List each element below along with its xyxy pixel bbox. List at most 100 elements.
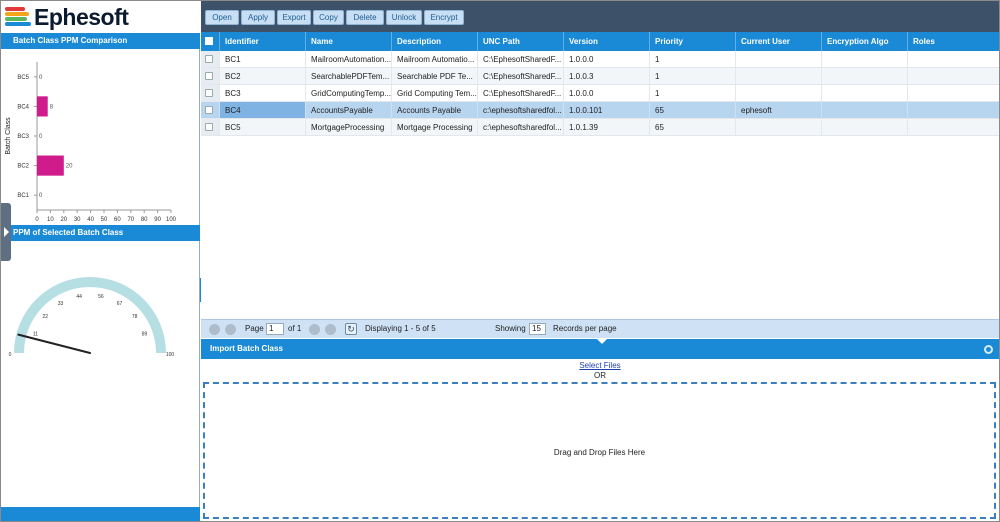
col-priority[interactable]: Priority xyxy=(650,32,736,51)
refresh-icon[interactable]: ↻ xyxy=(345,323,357,335)
col-unc-path[interactable]: UNC Path xyxy=(478,32,564,51)
prev-page-icon[interactable] xyxy=(225,324,236,335)
page-count: of 1 xyxy=(288,324,302,333)
row-checkbox[interactable] xyxy=(205,55,213,63)
select-all-checkbox[interactable] xyxy=(205,37,213,45)
y-axis-label: Batch Class xyxy=(5,117,12,155)
table-row[interactable]: BC1 MailroomAutomation... Mailroom Autom… xyxy=(201,51,999,68)
cell-name: MailroomAutomation... xyxy=(306,51,392,67)
col-identifier[interactable]: Identifier xyxy=(220,32,306,51)
select-all-cell xyxy=(201,32,220,51)
delete-button[interactable]: Delete xyxy=(346,10,384,25)
y-tick-label: BC3 xyxy=(17,134,29,140)
gauge-tick-label: 0 xyxy=(9,352,12,358)
toolbar: Open Apply Export Copy Delete Unlock Enc… xyxy=(201,1,999,32)
or-label: OR xyxy=(594,371,606,380)
x-tick-label: 70 xyxy=(127,217,134,222)
cell-roles xyxy=(908,51,994,67)
bar-data-label: 8 xyxy=(50,104,54,110)
cell-version: 1.0.0.3 xyxy=(564,68,650,84)
left-panel: Ephesoft Batch Class PPM Comparison 0 10 2… xyxy=(1,1,200,521)
cell-priority: 1 xyxy=(650,51,736,67)
cell-priority: 65 xyxy=(650,119,736,135)
page-number-input[interactable]: 1 xyxy=(266,323,284,335)
table-row[interactable]: BC3 GridComputingTemp... Grid Computing … xyxy=(201,85,999,102)
cell-current-user xyxy=(736,85,822,101)
import-title: Import Batch Class xyxy=(210,344,283,353)
drop-zone[interactable]: Drag and Drop Files Here xyxy=(203,382,996,519)
first-page-icon[interactable] xyxy=(209,324,220,335)
cell-name: GridComputingTemp... xyxy=(306,85,392,101)
x-tick-label: 10 xyxy=(47,217,54,222)
cell-version: 1.0.0.101 xyxy=(564,102,650,118)
ephesoft-logo-icon xyxy=(5,7,31,27)
gauge-tick-label: 56 xyxy=(98,294,104,300)
unlock-button[interactable]: Unlock xyxy=(386,10,422,25)
cell-identifier: BC1 xyxy=(220,51,306,67)
x-tick-label: 60 xyxy=(114,217,121,222)
x-tick-label: 100 xyxy=(166,217,177,222)
row-checkbox[interactable] xyxy=(205,123,213,131)
row-checkbox[interactable] xyxy=(205,89,213,97)
cell-name: AccountsPayable xyxy=(306,102,392,118)
cell-description: Mailroom Automatio... xyxy=(392,51,478,67)
col-version[interactable]: Version xyxy=(564,32,650,51)
ppm-chart-title: Batch Class PPM Comparison xyxy=(1,33,200,49)
x-tick-label: 30 xyxy=(74,217,81,222)
cell-encryption-algo xyxy=(822,102,908,118)
cell-unc-path: c:\ephesoftsharedfol... xyxy=(478,119,564,135)
row-checkbox[interactable] xyxy=(205,72,213,80)
row-checkbox[interactable] xyxy=(205,106,213,114)
expand-side-tab[interactable] xyxy=(1,203,11,261)
cell-encryption-algo xyxy=(822,51,908,67)
open-button[interactable]: Open xyxy=(205,10,239,25)
export-button[interactable]: Export xyxy=(277,10,311,25)
bar-data-label: 0 xyxy=(39,75,43,81)
import-header: Import Batch Class xyxy=(201,339,999,359)
copy-button[interactable]: Copy xyxy=(313,10,344,25)
y-tick-label: BC5 xyxy=(17,75,29,81)
cell-encryption-algo xyxy=(822,68,908,84)
select-files-link[interactable]: Select Files xyxy=(201,361,999,370)
bar xyxy=(37,155,64,176)
cell-encryption-algo xyxy=(822,119,908,135)
ppm-comparison-chart: 0 10 20 30 40 50 60 70 80 90 100 BC1 0 BC2 20 BC3 0 BC4 8 B… xyxy=(1,50,200,233)
pager: Page 1 of 1 ↻ Displaying 1 - 5 of 5 Show… xyxy=(201,319,999,338)
row-select-cell xyxy=(201,85,220,101)
cell-version: 1.0.1.39 xyxy=(564,119,650,135)
col-roles[interactable]: Roles xyxy=(908,32,994,51)
col-description[interactable]: Description xyxy=(392,32,478,51)
bar-data-label: 20 xyxy=(66,164,73,170)
selected-ppm-title: PPM of Selected Batch Class xyxy=(1,225,200,241)
apply-button[interactable]: Apply xyxy=(241,10,275,25)
main-area: Open Apply Export Copy Delete Unlock Enc… xyxy=(201,1,999,521)
collapse-down-icon[interactable] xyxy=(597,339,607,344)
y-tick-label: BC1 xyxy=(17,193,29,199)
x-tick-label: 90 xyxy=(154,217,161,222)
col-encryption-algo[interactable]: Encryption Algo xyxy=(822,32,908,51)
encrypt-button[interactable]: Encrypt xyxy=(424,10,464,25)
collapse-panel-icon[interactable] xyxy=(984,345,993,354)
cell-current-user: ephesoft xyxy=(736,102,822,118)
gauge-tick-label: 78 xyxy=(132,314,138,320)
cell-current-user xyxy=(736,68,822,84)
next-page-icon[interactable] xyxy=(309,324,320,335)
gauge-needle xyxy=(17,333,91,354)
cell-priority: 1 xyxy=(650,68,736,84)
cell-description: Accounts Payable xyxy=(392,102,478,118)
table-row-selected[interactable]: BC4 AccountsPayable Accounts Payable c:\… xyxy=(201,102,999,119)
records-per-page-label: Records per page xyxy=(553,324,617,333)
cell-identifier: BC4 xyxy=(220,102,306,118)
table-row[interactable]: BC2 SearchablePDFTem... Searchable PDF T… xyxy=(201,68,999,85)
table-row[interactable]: BC5 MortgageProcessing Mortgage Processi… xyxy=(201,119,999,136)
col-name[interactable]: Name xyxy=(306,32,392,51)
col-current-user[interactable]: Current User xyxy=(736,32,822,51)
cell-priority: 1 xyxy=(650,85,736,101)
cell-unc-path: C:\EphesoftSharedF... xyxy=(478,51,564,67)
last-page-icon[interactable] xyxy=(325,324,336,335)
displaying-count: Displaying 1 - 5 of 5 xyxy=(365,324,436,333)
records-per-page-input[interactable]: 15 xyxy=(529,323,546,335)
x-tick-label: 40 xyxy=(87,217,94,222)
cell-version: 1.0.0.0 xyxy=(564,51,650,67)
row-select-cell xyxy=(201,102,220,118)
